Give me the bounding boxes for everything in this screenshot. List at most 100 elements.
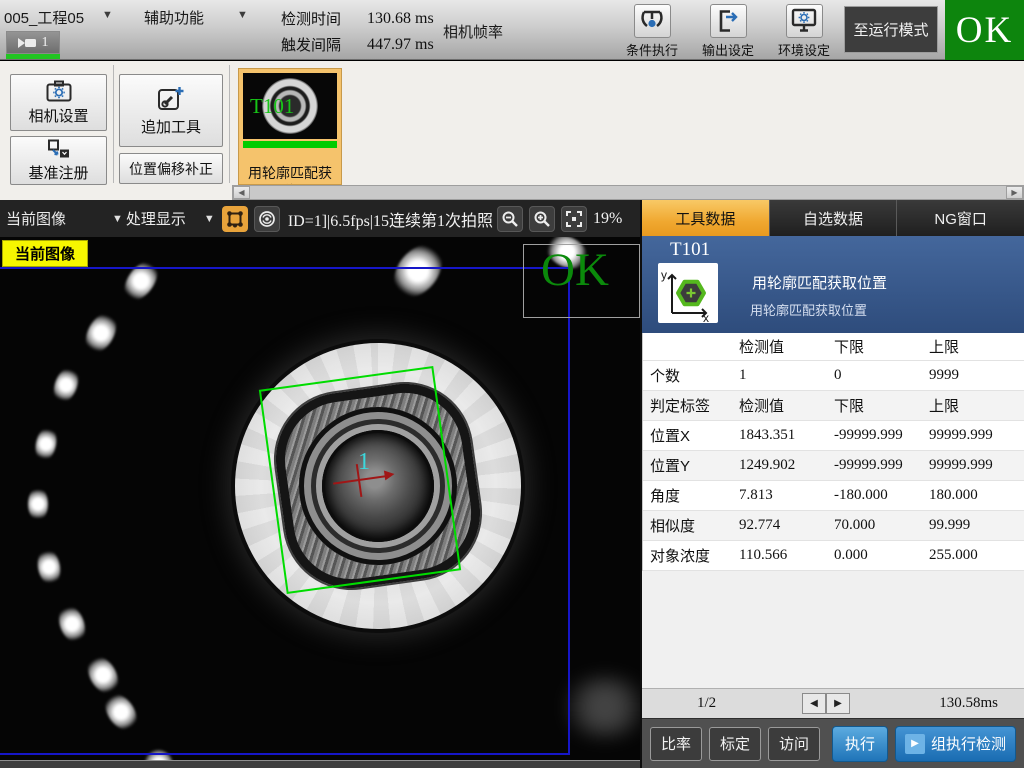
reflection	[35, 547, 63, 586]
project-selector[interactable]: 005_工程05	[4, 7, 84, 28]
calibration-button[interactable]: 标定	[709, 727, 761, 761]
environment-settings-label: 环境设定	[778, 40, 830, 59]
detect-time-label: 检测时间	[281, 8, 341, 29]
execute-button[interactable]: 执行	[832, 726, 888, 762]
zoom-out-button[interactable]	[497, 206, 523, 232]
ratio-button[interactable]: 比率	[650, 727, 702, 761]
image-frame-right	[568, 267, 570, 755]
tool-name: 用轮廓匹配获取位置	[752, 272, 887, 293]
add-tool-label: 追加工具	[141, 116, 201, 137]
environment-settings-icon	[786, 4, 823, 38]
condition-exec-button[interactable]: 条件执行	[620, 4, 684, 59]
reflection	[118, 256, 165, 307]
image-select[interactable]: 当前图像	[6, 208, 66, 229]
aux-caret-icon[interactable]: ▼	[237, 9, 248, 21]
canvas-footer-strip	[0, 760, 640, 768]
reflection	[560, 677, 640, 737]
table-row: 角度7.813-180.000180.000	[643, 481, 1024, 511]
group-execute-label: 组执行检测	[931, 733, 1006, 754]
fit-view-icon	[565, 210, 583, 228]
datum-register-button[interactable]: 基准注册	[10, 136, 107, 185]
tool-thumbnail-id: T101	[250, 94, 294, 119]
tab-ng-window[interactable]: NG窗口	[896, 200, 1024, 236]
detect-time-value: 130.68 ms	[367, 10, 434, 28]
measurement-table: 检测值 下限 上限 个数109999 判定标签检测值下限上限 位置X1843.3…	[642, 333, 1024, 571]
condition-exec-icon	[634, 4, 671, 38]
datum-register-label: 基准注册	[28, 162, 88, 183]
output-settings-label: 输出设定	[702, 40, 754, 59]
divider	[229, 65, 230, 183]
top-bar: 005_工程05 ▼ 辅助功能 ▼ 1 检测时间 130.68 ms 触发间隔 …	[0, 0, 1024, 60]
tool-id: T101	[670, 239, 710, 261]
header-button-group: 条件执行 输出设定 环境设定	[620, 4, 836, 59]
display-select[interactable]: 处理显示	[126, 208, 186, 229]
output-settings-icon	[710, 4, 747, 38]
table-row: 位置Y1249.902-99999.99999999.999	[643, 451, 1024, 481]
panel-empty-area	[642, 571, 1024, 688]
table-row: 对象浓度110.5660.000255.000	[643, 541, 1024, 571]
reflection	[99, 688, 143, 736]
table-row: 个数109999	[643, 361, 1024, 391]
scrollbar-left-arrow-icon[interactable]: ◀	[233, 186, 250, 199]
environment-settings-button[interactable]: 环境设定	[772, 4, 836, 59]
svg-text:x: x	[703, 311, 709, 323]
col-detected: 检测值	[732, 336, 827, 357]
run-mode-button[interactable]: 至运行模式	[844, 6, 938, 53]
tab-tool-data[interactable]: 工具数据	[642, 200, 769, 236]
camera-settings-button[interactable]: 相机设置	[10, 74, 107, 131]
table-row: 相似度92.77470.00099.999	[643, 511, 1024, 541]
divider	[113, 65, 114, 183]
fit-view-button[interactable]	[561, 206, 587, 232]
panel-footer: 比率 标定 访问 执行 ▶ 组执行检测	[642, 718, 1024, 768]
image-source-label: 当前图像	[2, 240, 88, 267]
tab-custom-data[interactable]: 自选数据	[769, 200, 897, 236]
image-frame-top	[0, 267, 570, 269]
play-icon: ▶	[905, 734, 925, 754]
zoom-percent: 19%	[593, 210, 622, 228]
camera-fps-label: 相机帧率	[443, 21, 503, 42]
output-settings-button[interactable]: 输出设定	[696, 4, 760, 59]
scrollbar-right-arrow-icon[interactable]: ▶	[1006, 186, 1023, 199]
aux-menu[interactable]: 辅助功能	[144, 7, 204, 28]
page-prev-button[interactable]: ◀	[802, 693, 826, 714]
camera-settings-label: 相机设置	[28, 105, 88, 126]
tool-description: 用轮廓匹配获取位置	[750, 300, 867, 319]
camera-tab-active-indicator	[6, 54, 60, 59]
zoom-out-icon	[501, 210, 519, 228]
panel-tabs: 工具数据 自选数据 NG窗口	[642, 200, 1024, 236]
datum-register-icon	[47, 139, 71, 159]
add-tool-button[interactable]: 追加工具	[119, 74, 223, 147]
project-caret-icon[interactable]: ▼	[102, 9, 113, 21]
reflection	[54, 602, 90, 646]
viewer-toolbar: 当前图像 ▼ 处理显示 ▼ ID=1]|6.5fps|15连续第1次拍照 19%	[0, 200, 640, 237]
display-select-caret-icon[interactable]: ▼	[204, 213, 215, 225]
camera-tab[interactable]: 1	[6, 31, 60, 54]
pagination-bar: 1/2 ◀ ▶ 130.58ms	[642, 688, 1024, 718]
trigger-interval-label: 触发间隔	[281, 34, 341, 55]
zoom-in-button[interactable]	[529, 206, 555, 232]
pattern-overlay-toggle[interactable]	[222, 206, 248, 232]
add-tool-icon	[157, 85, 185, 113]
continuous-capture-button[interactable]	[254, 206, 280, 232]
match-index-label: 1	[358, 449, 370, 476]
col-high: 上限	[922, 336, 1024, 357]
table-header-row: 检测值 下限 上限	[643, 333, 1024, 361]
tool-card-label-line1: 用轮廓匹配获	[239, 163, 341, 183]
position-offset-button[interactable]: 位置偏移补正	[119, 153, 223, 184]
reflection	[82, 651, 125, 699]
tool-type-icon: yx	[658, 263, 718, 323]
group-execute-button[interactable]: ▶ 组执行检测	[895, 726, 1016, 762]
tool-thumbnail-card[interactable]: T101 用轮廓匹配获 取位置	[238, 68, 342, 185]
timing-stats: 检测时间 130.68 ms 触发间隔 447.97 ms	[281, 8, 434, 55]
image-select-caret-icon[interactable]: ▼	[112, 213, 123, 225]
capture-icon	[258, 210, 276, 228]
camera-icon	[18, 37, 37, 49]
access-button[interactable]: 访问	[768, 727, 820, 761]
zoom-in-icon	[533, 210, 551, 228]
processing-time: 130.58ms	[939, 695, 998, 712]
image-canvas[interactable]: 1 OK 当前图像	[0, 237, 640, 768]
page-indicator: 1/2	[697, 695, 716, 712]
reflection	[80, 308, 123, 357]
page-next-button[interactable]: ▶	[826, 693, 850, 714]
tool-strip-scrollbar[interactable]: ◀ ▶	[232, 185, 1024, 200]
